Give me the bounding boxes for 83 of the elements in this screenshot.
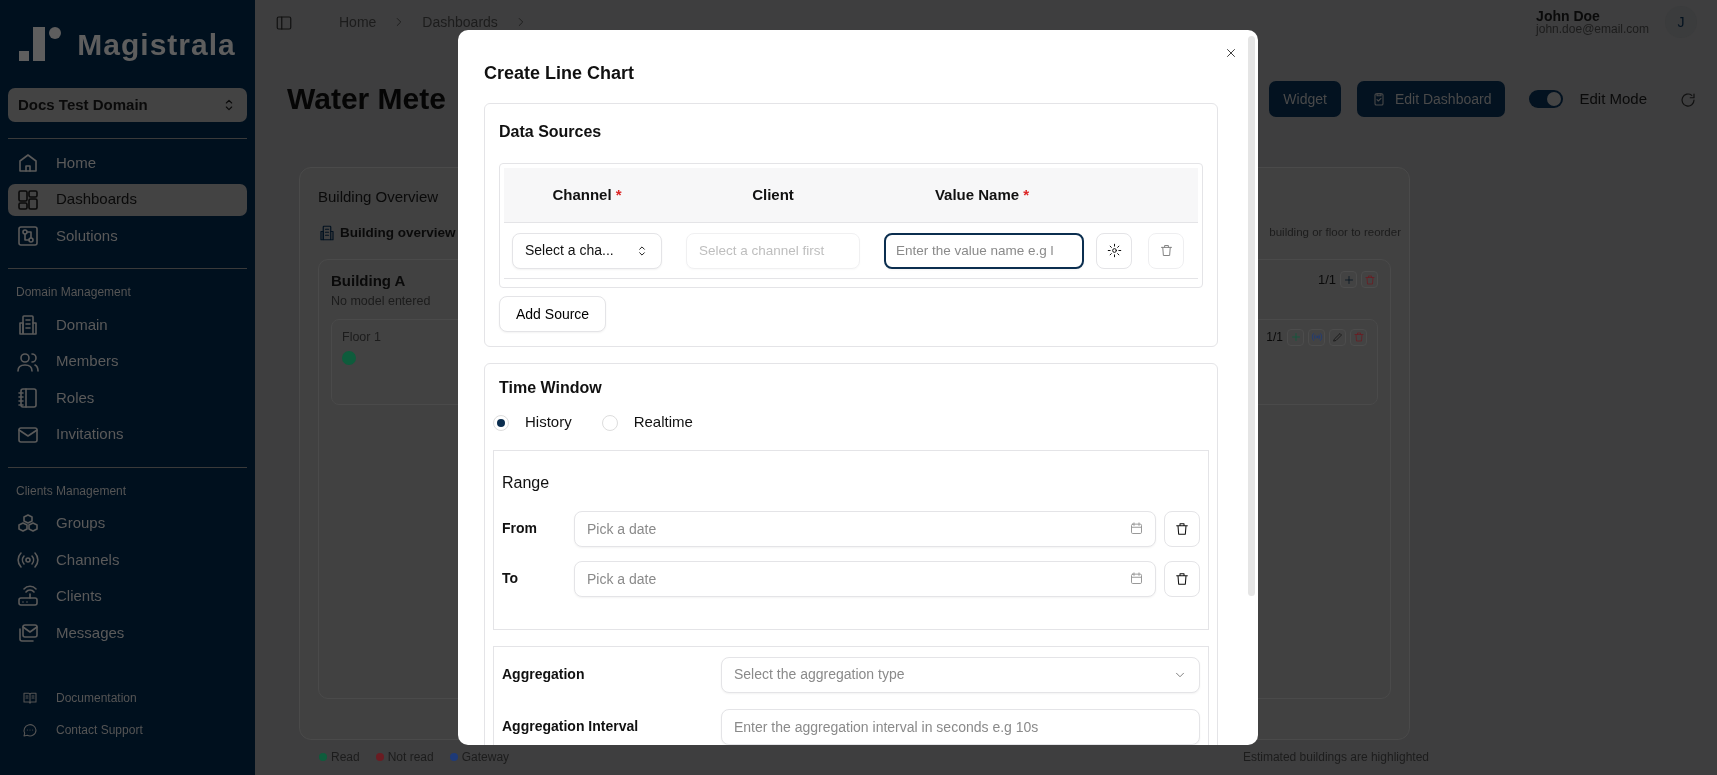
refresh-icon [1679, 90, 1697, 109]
count-label: 1/1 [1317, 270, 1336, 289]
widget-subtitle: Building overview [340, 223, 456, 242]
date-field[interactable]: Pick a date [574, 560, 1156, 597]
clear-button[interactable] [1164, 560, 1200, 597]
messages-icon [16, 621, 40, 645]
delete-button[interactable] [1350, 328, 1367, 346]
plus-icon [1289, 331, 1302, 343]
field-label: From [502, 519, 538, 539]
home-icon [16, 151, 40, 175]
settings-button[interactable] [1096, 232, 1132, 269]
sidebar-item[interactable]: Messages [8, 617, 247, 649]
radio-label: Realtime [633, 412, 693, 433]
field-label: To [502, 569, 520, 589]
field-label: Aggregation Interval [502, 717, 640, 737]
domain-selector[interactable]: Docs Test Domain [8, 88, 247, 122]
sidebar-item[interactable]: Channels [8, 544, 247, 576]
broadcast-icon [1310, 331, 1323, 343]
logo-icon [19, 27, 62, 61]
column-header: Channel * [551, 184, 623, 205]
clear-button[interactable] [1164, 510, 1200, 547]
add-button[interactable] [1287, 328, 1304, 346]
footer-link[interactable]: Documentation [8, 685, 151, 710]
toolbar-button[interactable]: Widget [1269, 81, 1341, 117]
count-label: 1/1 [1266, 329, 1283, 346]
edit-button[interactable] [1329, 328, 1346, 346]
router-icon [16, 584, 40, 609]
flow-icon [16, 224, 40, 248]
add-button[interactable] [1340, 271, 1357, 288]
settings-icon [1106, 243, 1122, 259]
date-field[interactable]: Pick a date [574, 510, 1156, 547]
delete-button[interactable] [1361, 271, 1378, 288]
edit-mode-toggle[interactable] [1529, 90, 1564, 108]
sidebar-icon [275, 13, 293, 32]
sidebar-item[interactable]: Invitations [8, 418, 247, 451]
trash-icon [1363, 273, 1376, 286]
trash-icon [1174, 520, 1190, 537]
sidebar-item[interactable]: Groups [8, 507, 247, 540]
section-title: Time Window [499, 378, 603, 398]
app-logo-text: Magistrala [77, 26, 236, 63]
calendar-icon [1129, 520, 1144, 536]
radio-button[interactable] [493, 414, 509, 431]
dialog-title: Create Line Chart [484, 62, 636, 85]
interval-field[interactable]: Enter the aggregation interval in seconds e.g 10s [721, 708, 1200, 745]
grid-icon [16, 187, 40, 212]
assign-button[interactable] [1308, 328, 1325, 346]
scrollbar[interactable] [1248, 36, 1255, 596]
trash-icon [1174, 570, 1190, 587]
chat-icon [22, 721, 38, 738]
plus-icon [1342, 273, 1355, 286]
add-source-button[interactable]: Add Source [499, 296, 607, 333]
page-title: Water Mete [287, 81, 446, 117]
sidebar-item[interactable]: Dashboards [8, 183, 247, 216]
field-label: Aggregation [502, 665, 586, 685]
building-icon [318, 223, 336, 242]
sidebar-item[interactable]: Domain [8, 309, 247, 341]
sidebar-item[interactable]: Clients [8, 580, 247, 613]
channel-select[interactable]: Select a cha... [512, 232, 662, 269]
toolbar-button[interactable]: Edit Dashboard [1356, 81, 1506, 117]
sidebar-item[interactable]: Members [8, 345, 247, 378]
sidebar-item[interactable]: Roles [8, 382, 247, 414]
footer-link[interactable]: Contact Support [8, 717, 157, 742]
close-icon [1224, 46, 1238, 60]
notebook-icon [16, 386, 40, 410]
sidebar-item[interactable]: Solutions [8, 220, 247, 252]
column-header: Value Name * [933, 184, 1031, 205]
radio-button[interactable] [601, 414, 618, 431]
building-icon [16, 313, 40, 337]
section-heading: Domain Management [15, 284, 132, 301]
aggregation-select[interactable]: Select the aggregation type [721, 656, 1200, 693]
column-header: Client [751, 184, 795, 205]
section-title: Data Sources [499, 122, 603, 142]
pencil-icon [1331, 331, 1344, 343]
trash-icon [1352, 331, 1365, 343]
section-heading: Clients Management [15, 482, 128, 500]
radio-label: History [525, 412, 572, 433]
trash-icon [1158, 243, 1174, 259]
value-name-field[interactable]: Enter the value name e.g l [884, 232, 1084, 269]
sidebar-item[interactable]: Home [8, 147, 247, 179]
range-heading: Range [502, 472, 551, 493]
user-avatar[interactable]: J [1665, 6, 1697, 38]
widget-title: Building Overview [318, 188, 439, 205]
calendar-icon [1129, 570, 1144, 586]
